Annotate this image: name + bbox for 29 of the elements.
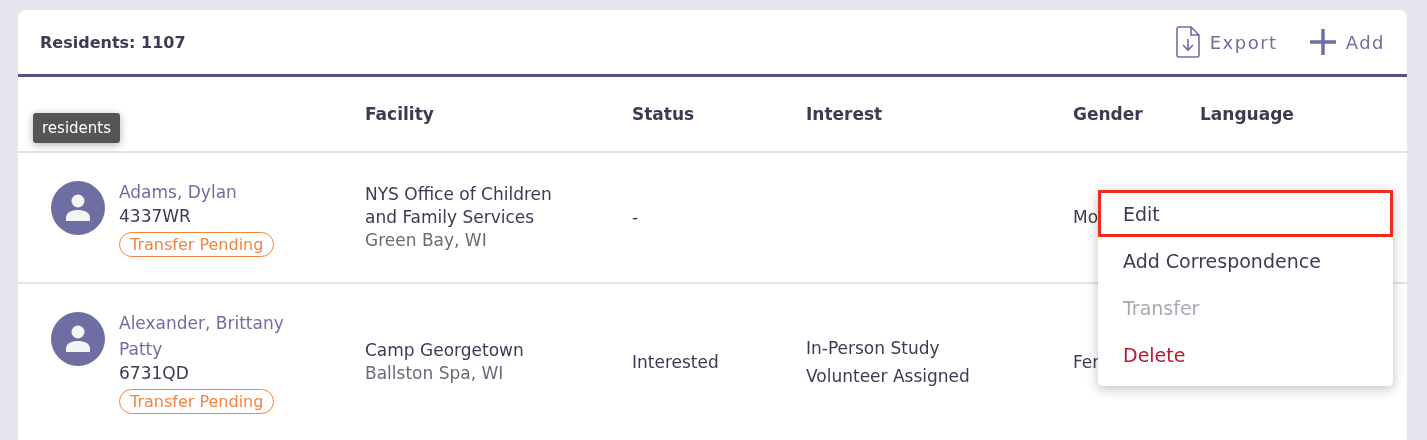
file-download-icon [1175, 26, 1200, 58]
column-header[interactable]: Language [1200, 104, 1407, 124]
avatar-icon [51, 180, 105, 235]
gender-text: Fer [1073, 350, 1100, 374]
column-header[interactable]: Interest [806, 104, 1073, 124]
resident-name-link[interactable]: Adams, Dylan [119, 178, 237, 205]
facility-location: Ballston Spa, WI [365, 362, 504, 385]
menu-item[interactable]: Add Correspondence [1098, 237, 1393, 284]
gender-text: Mo [1073, 206, 1099, 229]
menu-item[interactable]: Edit [1098, 190, 1393, 237]
interest-text: In-Person Study Volunteer Assigned [806, 337, 970, 388]
resident-code: 4337WR [119, 204, 191, 228]
residents-count: Residents: 1107 [40, 32, 187, 52]
resident-code: 6731QD [119, 362, 189, 385]
column-header[interactable]: Facility [365, 104, 632, 124]
column-header[interactable]: Gender [1073, 104, 1200, 124]
facility-name: Camp Georgetown [365, 339, 524, 362]
resident-name-link[interactable]: Alexander, Brittany Patty [119, 310, 284, 362]
facility-name: NYS Office of Children and Family Services [365, 183, 552, 229]
facility-location: Green Bay, WI [365, 229, 487, 252]
tooltip: residents [33, 113, 120, 143]
menu-item[interactable]: Delete [1098, 331, 1393, 378]
add-button[interactable]: Add [1309, 29, 1385, 55]
export-button[interactable]: Export [1175, 26, 1278, 58]
avatar-icon [51, 312, 105, 366]
status-text: Interested [632, 350, 719, 374]
plus-icon [1309, 29, 1336, 55]
status-text: - [632, 206, 639, 229]
column-header[interactable]: Status [632, 104, 806, 124]
